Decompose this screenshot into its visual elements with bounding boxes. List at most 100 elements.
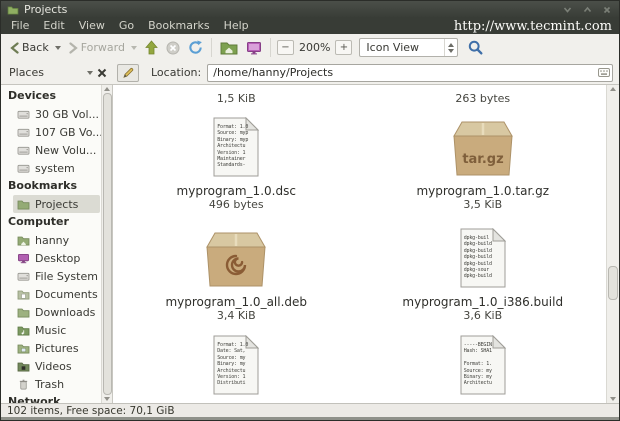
- pictures-icon: [17, 343, 30, 354]
- file-item[interactable]: dpkg-buil dpkg-build dpkg-build dpkg-bui…: [360, 226, 607, 323]
- sidebar-item-30-gb-vol[interactable]: 30 GB Vol...: [1, 105, 101, 123]
- svg-text:tar.gz: tar.gz: [462, 152, 503, 167]
- sidebar-item-label: system: [35, 162, 75, 175]
- view-mode-select[interactable]: Icon View: [359, 38, 458, 57]
- edit-path-toggle-button[interactable]: [117, 64, 139, 82]
- up-button[interactable]: [141, 38, 162, 57]
- home-button[interactable]: [216, 39, 242, 57]
- chevron-right-icon: [69, 42, 78, 54]
- file-item[interactable]: myprogram_1.0_all.deb3,4 KiB: [113, 226, 360, 323]
- stop-button[interactable]: [162, 39, 184, 57]
- menu-bar: File Edit View Go Bookmarks Help http://…: [1, 18, 619, 34]
- sidebar-item-trash[interactable]: Trash: [1, 375, 101, 393]
- sidebar-item-label: File System: [35, 270, 98, 283]
- file-name: myprogram_1.0.tar.gz: [416, 184, 549, 198]
- main-scrollbar-thumb[interactable]: [608, 266, 618, 300]
- text-file-icon: -----BEGIN Hash: SHA1 Format: 1. Source:…: [460, 335, 506, 399]
- location-input[interactable]: [207, 64, 613, 82]
- sidebar-item-label: Projects: [35, 198, 78, 211]
- scroll-down-arrow-icon[interactable]: [607, 397, 619, 401]
- toolbar-separator: [211, 38, 212, 57]
- search-button[interactable]: [464, 38, 487, 57]
- forward-button[interactable]: Forward: [65, 39, 141, 56]
- desktop-icon: [17, 253, 30, 264]
- desktop-button[interactable]: [242, 39, 266, 57]
- home-folder-icon: [220, 41, 238, 55]
- sidebar-item-label: Downloads: [35, 306, 95, 319]
- trash-icon: [17, 379, 30, 390]
- file-name: myprogram_1.0.dsc: [177, 184, 296, 198]
- file-item[interactable]: Format: 1.0 Date: Sat, Source: my Binary…: [113, 333, 360, 399]
- scroll-up-arrow-icon[interactable]: [104, 86, 110, 92]
- home-folder-icon: [17, 235, 30, 246]
- filesystem-icon: [17, 271, 30, 282]
- desktop-icon: [246, 41, 262, 55]
- close-side-pane-button[interactable]: [97, 68, 107, 78]
- spinner-icon[interactable]: [444, 39, 457, 56]
- menu-item-view[interactable]: View: [72, 18, 112, 34]
- sidebar-item-hanny[interactable]: hanny: [1, 231, 101, 249]
- maximize-button[interactable]: [583, 6, 592, 13]
- sidebar-item-downloads[interactable]: Downloads: [1, 303, 101, 321]
- back-button[interactable]: Back: [6, 39, 65, 56]
- titlebar[interactable]: Projects: [1, 1, 619, 18]
- close-button[interactable]: [603, 6, 611, 14]
- sidebar-item-107-gb-vo[interactable]: 107 GB Vo...: [1, 123, 101, 141]
- forward-history-caret-icon[interactable]: [131, 46, 137, 50]
- status-text: 102 items, Free space: 70,1 GiB: [7, 405, 175, 417]
- downloads-icon: [17, 307, 30, 318]
- window-bottom-edge: [1, 417, 619, 420]
- folder-icon: [7, 5, 19, 15]
- input-method-icon[interactable]: [598, 68, 610, 77]
- sidebar-item-pictures[interactable]: Pictures: [1, 339, 101, 357]
- zoom-in-button[interactable]: +: [335, 40, 352, 55]
- text-file-icon: dpkg-buil dpkg-build dpkg-build dpkg-bui…: [460, 228, 506, 292]
- sidebar-item-label: Trash: [35, 378, 64, 391]
- window-body: Devices30 GB Vol...107 GB Vo...New Volu.…: [1, 85, 619, 403]
- file-item[interactable]: Format: 1.0 Source: myp Binary: myp Arch…: [113, 115, 360, 212]
- refresh-button[interactable]: [184, 38, 207, 57]
- close-icon: [97, 68, 107, 78]
- toolbar-separator: [270, 38, 271, 57]
- menu-item-bookmarks[interactable]: Bookmarks: [141, 18, 216, 34]
- menu-item-go[interactable]: Go: [112, 18, 141, 34]
- file-item-partial[interactable]: 1,5 KiB: [113, 88, 360, 110]
- menu-item-help[interactable]: Help: [217, 18, 256, 34]
- file-manager-window: Projects File Edit View Go Bookmarks Hel…: [0, 0, 620, 421]
- file-item[interactable]: -----BEGIN Hash: SHA1 Format: 1. Source:…: [360, 333, 607, 399]
- scroll-up-arrow-icon[interactable]: [607, 87, 619, 91]
- back-history-caret-icon[interactable]: [55, 46, 61, 50]
- scroll-down-arrow-icon[interactable]: [104, 396, 110, 402]
- window-controls: [563, 6, 613, 14]
- minimize-button[interactable]: [563, 6, 572, 13]
- icon-view[interactable]: 1,5 KiB 263 bytesFormat: 1.0 Source: myp …: [113, 85, 619, 403]
- sidebar-item-file-system[interactable]: File System: [1, 267, 101, 285]
- sidebar-item-new-volu[interactable]: New Volu...: [1, 141, 101, 159]
- refresh-icon: [188, 40, 203, 55]
- sidebar-scrollbar-thumb[interactable]: [103, 93, 112, 395]
- sidebar-item-projects[interactable]: Projects: [13, 195, 100, 213]
- file-item[interactable]: tar.gz myprogram_1.0.tar.gz3,5 KiB: [360, 115, 607, 212]
- sidebar-item-label: 30 GB Vol...: [35, 108, 99, 121]
- menu-item-file[interactable]: File: [4, 18, 36, 34]
- zoom-level-label: 200%: [296, 41, 333, 54]
- places-select[interactable]: Places: [7, 66, 93, 79]
- file-item-partial[interactable]: 263 bytes: [360, 88, 607, 110]
- sidebar-item-music[interactable]: Music: [1, 321, 101, 339]
- sidebar-item-label: Pictures: [35, 342, 79, 355]
- menu-item-edit[interactable]: Edit: [36, 18, 71, 34]
- sidebar-item-documents[interactable]: Documents: [1, 285, 101, 303]
- file-size: 1,5 KiB: [217, 92, 256, 106]
- sidebar-item-label: New Volu...: [35, 144, 96, 157]
- sidebar-section-network: Network: [1, 393, 101, 403]
- sidebar-item-label: Documents: [35, 288, 98, 301]
- main-scrollbar[interactable]: [606, 85, 619, 403]
- sidebar-item-system[interactable]: system: [1, 159, 101, 177]
- location-bar: Places Location:: [1, 61, 619, 85]
- zoom-out-button[interactable]: −: [277, 40, 294, 55]
- sidebar-item-videos[interactable]: Videos: [1, 357, 101, 375]
- sidebar-item-desktop[interactable]: Desktop: [1, 249, 101, 267]
- sidebar-list: Devices30 GB Vol...107 GB Vo...New Volu.…: [1, 87, 101, 403]
- sidebar-scrollbar[interactable]: [101, 85, 112, 403]
- file-size: 3,5 KiB: [463, 198, 502, 212]
